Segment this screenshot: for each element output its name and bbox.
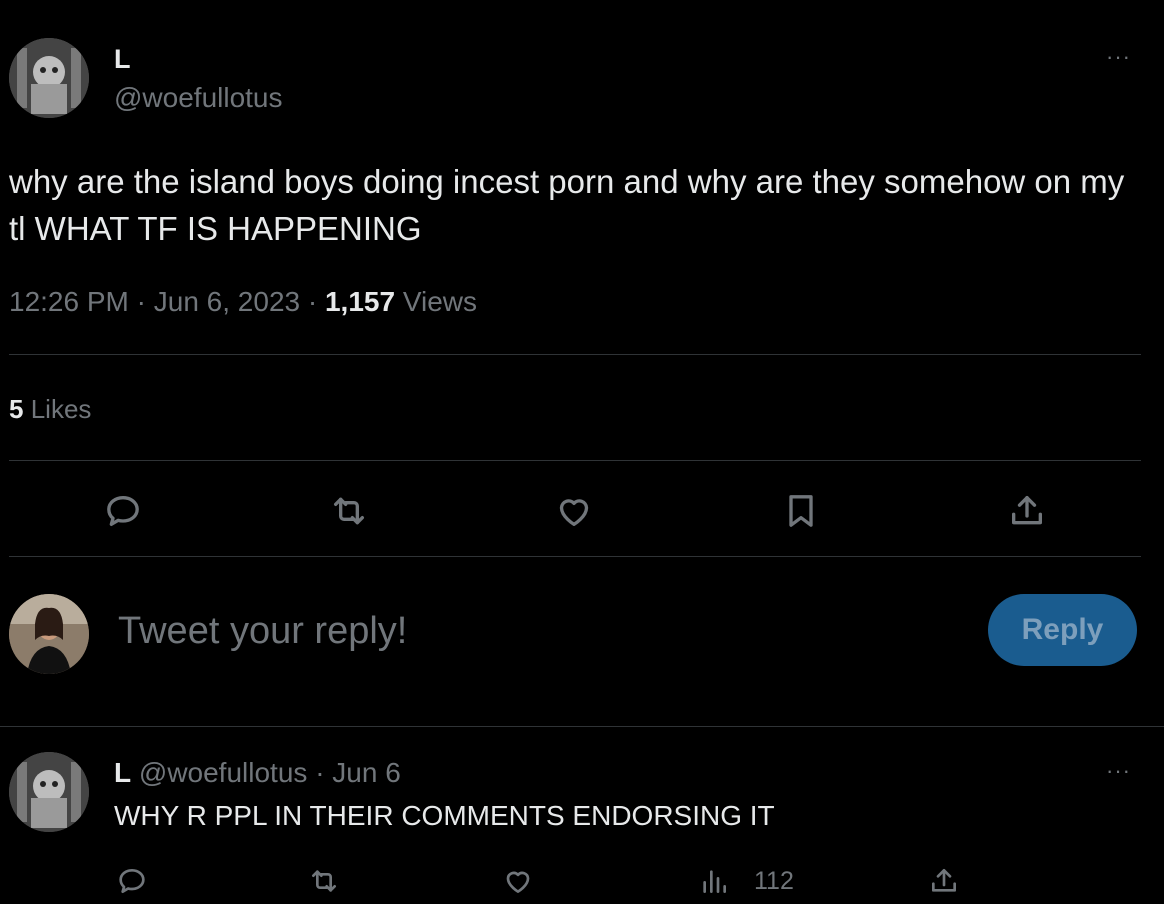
heart-icon[interactable] — [551, 488, 597, 534]
reply-author-avatar[interactable] — [9, 752, 89, 832]
reply-icon[interactable] — [100, 488, 146, 534]
author-handle[interactable]: @woefullotus — [114, 82, 283, 114]
reply-author-handle[interactable]: @woefullotus — [139, 757, 308, 788]
views-count: 1,157 — [324, 286, 396, 317]
user-avatar[interactable] — [9, 594, 89, 674]
reply-views-count: 112 — [754, 866, 794, 895]
reply-header: L @woefullotus · Jun 6 — [114, 757, 401, 789]
tweet-date[interactable]: Jun 6, 2023 — [154, 286, 300, 317]
likes-stat[interactable]: 5 Likes — [9, 394, 91, 425]
divider — [9, 556, 1141, 557]
likes-label: Likes — [30, 394, 92, 424]
reply-input[interactable] — [116, 600, 960, 662]
reply-date[interactable]: Jun 6 — [332, 757, 401, 788]
reply-views[interactable]: 112 — [696, 863, 794, 899]
more-options-icon[interactable]: ··· — [1106, 46, 1131, 68]
divider — [9, 354, 1141, 355]
divider — [9, 460, 1141, 461]
share-icon[interactable] — [926, 863, 962, 899]
meta-separator: · — [315, 757, 325, 788]
reply-author-name[interactable]: L — [114, 757, 131, 788]
meta-separator: · — [307, 286, 318, 317]
author-name[interactable]: L — [114, 44, 131, 75]
reply-text: WHY R PPL IN THEIR COMMENTS ENDORSING IT — [114, 800, 775, 831]
tweet-text: why are the island boys doing incest por… — [9, 163, 1125, 247]
author-avatar[interactable] — [9, 38, 89, 118]
divider — [0, 726, 1164, 727]
retweet-icon[interactable] — [306, 863, 342, 899]
heart-icon[interactable] — [500, 863, 536, 899]
tweet-time[interactable]: 12:26 PM — [9, 286, 129, 317]
reply-icon[interactable] — [114, 863, 150, 899]
likes-count: 5 — [9, 394, 24, 424]
views-icon — [696, 863, 732, 899]
share-icon[interactable] — [1004, 488, 1050, 534]
tweet-meta: 12:26 PM · Jun 6, 2023 · 1,157 Views — [9, 286, 477, 318]
retweet-icon[interactable] — [326, 488, 372, 534]
meta-separator: · — [136, 286, 146, 317]
bookmark-icon[interactable] — [778, 488, 824, 534]
reply-more-options-icon[interactable]: ··· — [1106, 760, 1131, 782]
views-label: Views — [402, 286, 478, 317]
reply-button[interactable]: Reply — [988, 594, 1137, 666]
